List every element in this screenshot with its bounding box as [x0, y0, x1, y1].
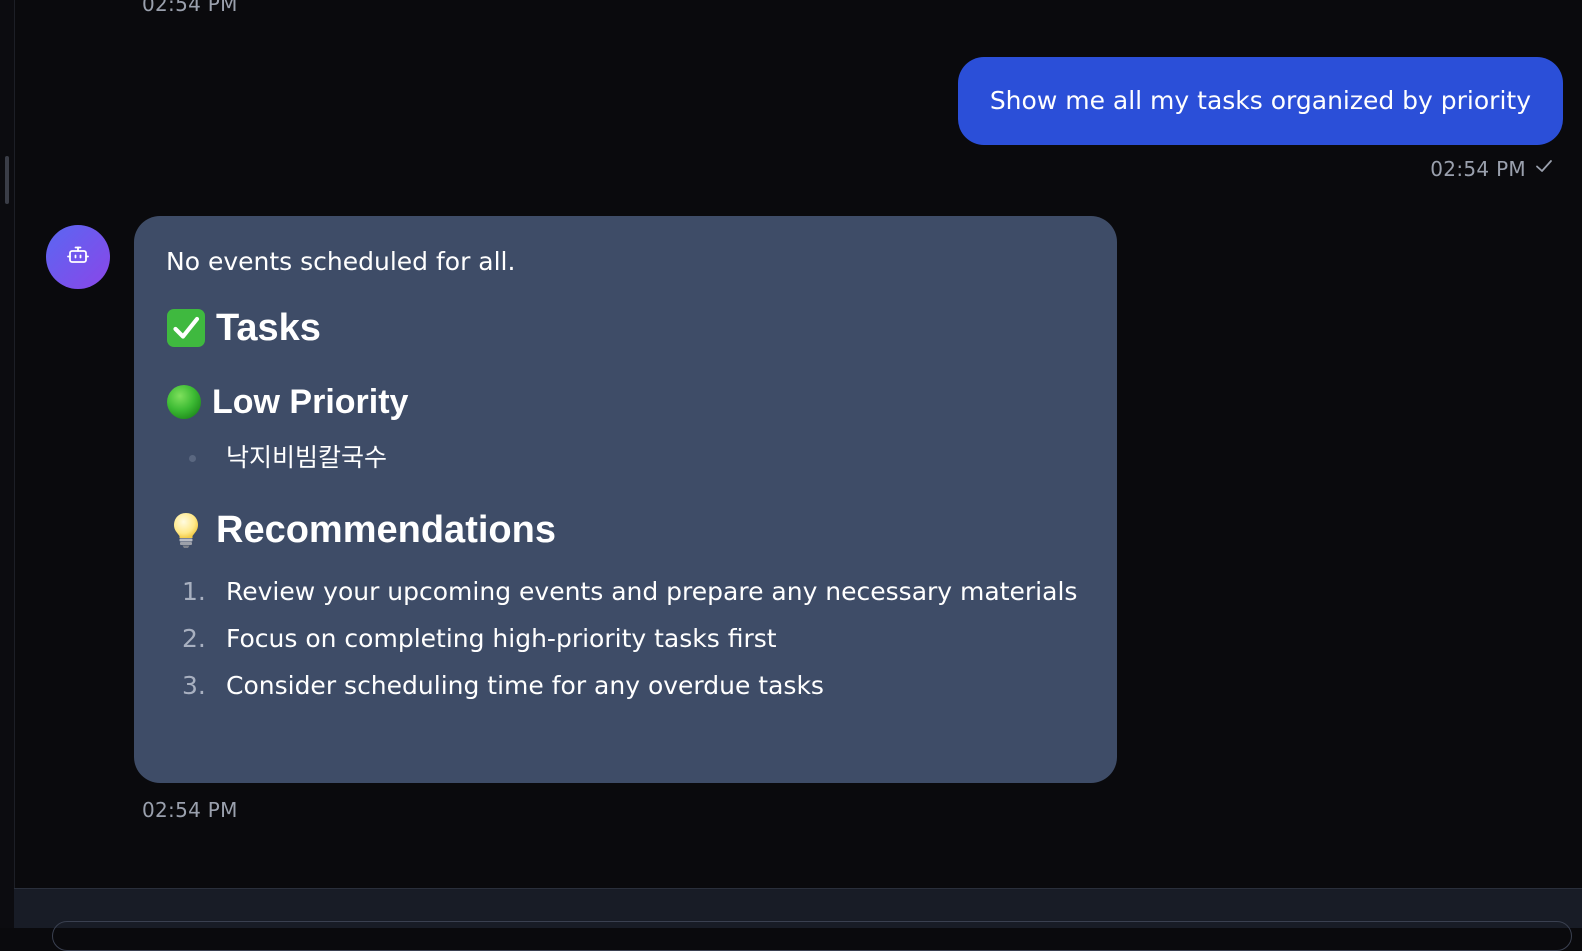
resize-handle[interactable]: [5, 156, 9, 204]
check-mark-button-icon: [166, 308, 206, 348]
list-number: 1.: [182, 577, 206, 606]
low-priority-list: 낙지비빔칼국수: [166, 440, 1085, 476]
assistant-intro-text: No events scheduled for all.: [166, 247, 516, 276]
recommendation-text: Focus on completing high-priority tasks …: [226, 624, 777, 653]
user-message-timestamp: 02:54 PM: [1430, 156, 1526, 181]
user-message-bubble: Show me all my tasks organized by priori…: [957, 57, 1563, 145]
composer-area: [14, 888, 1582, 951]
recommendation-text: Consider scheduling time for any overdue…: [226, 671, 824, 700]
recommendations-list: 1. Review your upcoming events and prepa…: [166, 568, 1085, 709]
previous-message-timestamp: 02:54 PM: [142, 0, 238, 16]
bullet-icon: [189, 454, 196, 462]
light-bulb-icon: [166, 510, 206, 550]
low-priority-heading-text: Low Priority: [212, 383, 409, 421]
green-circle-icon: [166, 384, 202, 420]
message-input[interactable]: [52, 921, 1572, 951]
list-item: 2. Focus on completing high-priority tas…: [166, 615, 1085, 662]
chat-thread: 02:54 PM Show me all my tasks organized …: [15, 0, 1582, 888]
recommendations-heading-text: Recommendations: [216, 509, 556, 551]
robot-icon: [66, 243, 90, 271]
list-item: 낙지비빔칼국수: [166, 440, 1085, 476]
recommendations-heading: Recommendations: [166, 506, 1085, 554]
sidebar-edge: [0, 0, 15, 928]
assistant-message-timestamp: 02:54 PM: [142, 798, 238, 822]
task-name: 낙지비빔칼국수: [226, 443, 388, 472]
checkmark-icon: [1534, 156, 1554, 181]
tasks-heading: Tasks: [166, 304, 1085, 352]
tasks-heading-text: Tasks: [216, 307, 321, 349]
recommendation-text: Review your upcoming events and prepare …: [226, 577, 1078, 606]
assistant-avatar: [46, 225, 110, 289]
low-priority-heading: Low Priority: [166, 380, 1085, 424]
user-message-meta: 02:54 PM: [1430, 156, 1554, 181]
list-item: 3. Consider scheduling time for any over…: [166, 662, 1085, 709]
list-item: 1. Review your upcoming events and prepa…: [166, 568, 1085, 615]
list-number: 3.: [182, 671, 206, 700]
list-number: 2.: [182, 624, 206, 653]
assistant-message-bubble: No events scheduled for all. Tasks Low P…: [134, 216, 1117, 783]
